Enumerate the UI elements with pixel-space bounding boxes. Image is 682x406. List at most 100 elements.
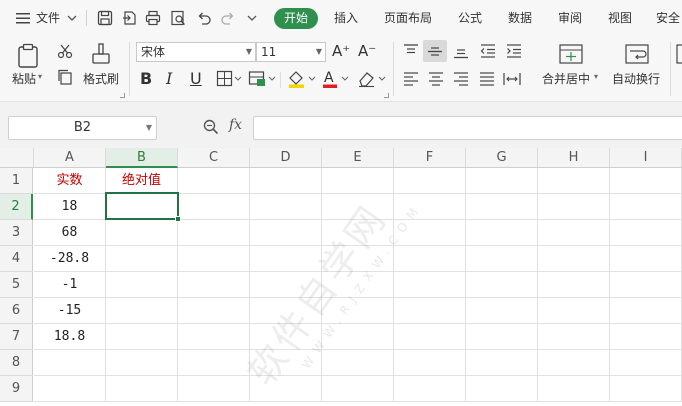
cell-b7[interactable] [106,324,178,350]
cell-h4[interactable] [538,246,610,272]
print-preview-icon[interactable] [169,9,187,27]
cell-i5[interactable] [610,272,682,298]
font-color-icon[interactable]: A [321,69,351,89]
cell-h7[interactable] [538,324,610,350]
paste-dropdown-icon[interactable]: ▾ [38,72,42,81]
cell-e5[interactable] [322,272,394,298]
cell-h3[interactable] [538,220,610,246]
cell-format-icon[interactable] [248,70,278,88]
copy-icon[interactable] [56,68,74,86]
paste-icon[interactable] [14,42,42,70]
name-box[interactable]: B2 ▼ [8,116,157,140]
clipboard-group-launcher[interactable] [120,93,125,98]
cell-h8[interactable] [538,350,610,376]
cell-h2[interactable] [538,194,610,220]
cell-h6[interactable] [538,298,610,324]
customize-quick-access-icon[interactable] [246,9,258,27]
distributed-align-icon[interactable] [502,70,522,88]
merge-center-button[interactable]: 合并居中 [542,70,590,87]
paste-button[interactable]: 粘贴 [12,70,36,87]
overflow-icon[interactable] [676,42,682,66]
formula-input[interactable] [253,116,682,140]
cell-d8[interactable] [250,350,322,376]
borders-icon[interactable] [216,70,244,88]
cell-f6[interactable] [394,298,466,324]
row-header-3[interactable]: 3 [0,220,33,246]
justify-icon[interactable] [477,70,497,88]
cell-c8[interactable] [178,350,250,376]
cell-b8[interactable] [106,350,178,376]
cell-a2[interactable]: 18 [34,194,106,220]
merge-center-icon[interactable] [558,42,584,66]
cell-d4[interactable] [250,246,322,272]
row-header-8[interactable]: 8 [0,350,33,376]
cell-f2[interactable] [394,194,466,220]
cell-c3[interactable] [178,220,250,246]
cell-d5[interactable] [250,272,322,298]
cell-d1[interactable] [250,168,322,194]
export-icon[interactable] [120,9,138,27]
tab-data[interactable]: 数据 [508,0,532,36]
cell-h1[interactable] [538,168,610,194]
row-header-2[interactable]: 2 [0,194,33,220]
cell-c4[interactable] [178,246,250,272]
font-group-launcher[interactable] [384,93,389,98]
tab-start[interactable]: 开始 [274,8,318,29]
cell-f5[interactable] [394,272,466,298]
font-size-select[interactable]: 11 ▼ [256,42,326,62]
align-left-icon[interactable] [401,70,421,88]
file-menu[interactable]: 文件 [36,0,60,36]
undo-icon[interactable] [195,9,213,27]
font-name-select[interactable]: 宋体 ▼ [136,42,256,62]
column-header-b[interactable]: B [106,148,178,168]
merge-center-dropdown-icon[interactable]: ▾ [594,72,598,81]
cell-e8[interactable] [322,350,394,376]
tab-security[interactable]: 安全 [656,0,680,36]
column-header-c[interactable]: C [178,148,250,168]
align-right-icon[interactable] [451,70,471,88]
cell-a5[interactable]: -1 [34,272,106,298]
row-header-4[interactable]: 4 [0,246,33,272]
cell-e2[interactable] [322,194,394,220]
format-painter-icon[interactable] [89,42,113,68]
cell-d3[interactable] [250,220,322,246]
cell-g4[interactable] [466,246,538,272]
cell-b3[interactable] [106,220,178,246]
cell-d2[interactable] [250,194,322,220]
column-header-g[interactable]: G [466,148,538,168]
cell-a1[interactable]: 实数 [34,168,106,194]
row-header-6[interactable]: 6 [0,298,33,324]
align-bottom-icon[interactable] [451,42,471,60]
cell-e1[interactable] [322,168,394,194]
cell-g8[interactable] [466,350,538,376]
increase-indent-icon[interactable] [504,42,524,60]
cell-g5[interactable] [466,272,538,298]
cell-g1[interactable] [466,168,538,194]
cell-g2[interactable] [466,194,538,220]
cell-f1[interactable] [394,168,466,194]
cell-h9[interactable] [538,376,610,402]
cell-i8[interactable] [610,350,682,376]
cell-b4[interactable] [106,246,178,272]
cell-b5[interactable] [106,272,178,298]
cell-g6[interactable] [466,298,538,324]
select-all-corner[interactable] [0,148,34,168]
cell-f4[interactable] [394,246,466,272]
hamburger-menu-icon[interactable] [14,9,32,27]
cell-i9[interactable] [610,376,682,402]
underline-button[interactable]: U [190,69,202,88]
shrink-font-button[interactable]: A⁻ [358,42,376,60]
column-header-h[interactable]: H [538,148,610,168]
cell-e9[interactable] [322,376,394,402]
fill-color-icon[interactable] [286,69,318,89]
column-header-e[interactable]: E [322,148,394,168]
cell-d7[interactable] [250,324,322,350]
align-center-icon[interactable] [426,70,446,88]
cell-e3[interactable] [322,220,394,246]
cell-a4[interactable]: -28.8 [34,246,106,272]
cell-g7[interactable] [466,324,538,350]
cell-c5[interactable] [178,272,250,298]
cell-e7[interactable] [322,324,394,350]
column-header-i[interactable]: I [610,148,682,168]
column-header-a[interactable]: A [34,148,106,168]
